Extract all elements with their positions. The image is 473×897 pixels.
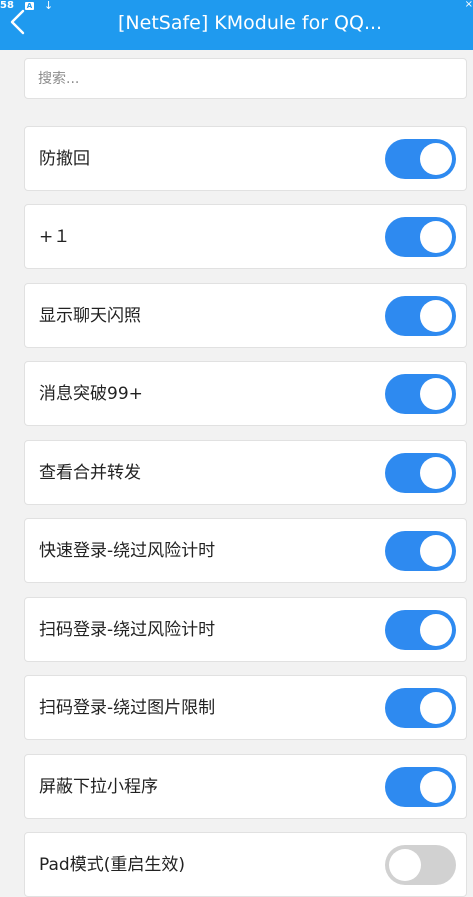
download-icon: ↓ <box>44 0 54 12</box>
setting-toggle[interactable] <box>385 531 456 571</box>
toggle-knob <box>420 378 452 410</box>
chevron-left-icon <box>10 9 25 35</box>
setting-label: 消息突破99+ <box>39 384 143 404</box>
setting-toggle[interactable] <box>385 453 456 493</box>
setting-toggle[interactable] <box>385 688 456 728</box>
back-button[interactable] <box>6 8 30 36</box>
setting-row: +１ <box>24 204 467 269</box>
setting-label: +１ <box>39 227 71 247</box>
toggle-knob <box>420 221 452 253</box>
setting-toggle[interactable] <box>385 217 456 257</box>
setting-label: 查看合并转发 <box>39 463 141 483</box>
toggle-knob <box>420 771 452 803</box>
setting-label: 扫码登录-绕过风险计时 <box>39 620 216 640</box>
setting-toggle[interactable] <box>385 374 456 414</box>
setting-label: 屏蔽下拉小程序 <box>39 777 158 797</box>
search-input[interactable] <box>38 59 458 98</box>
toggle-knob <box>420 614 452 646</box>
setting-row: 扫码登录-绕过图片限制 <box>24 675 467 740</box>
setting-row: 显示聊天闪照 <box>24 283 467 348</box>
setting-row: 查看合并转发 <box>24 440 467 505</box>
setting-toggle[interactable] <box>385 139 456 179</box>
setting-row: 防撤回 <box>24 126 467 191</box>
setting-label: 防撤回 <box>39 149 90 169</box>
setting-row: 快速登录-绕过风险计时 <box>24 518 467 583</box>
setting-toggle[interactable] <box>385 296 456 336</box>
app-header: 58 A ↓ × [NetSafe] KModule for QQ... <box>0 0 473 50</box>
toggle-knob <box>420 300 452 332</box>
toggle-knob <box>420 143 452 175</box>
status-close-icon[interactable]: × <box>465 0 473 10</box>
toggle-knob <box>420 535 452 567</box>
setting-toggle[interactable] <box>385 610 456 650</box>
setting-row: Pad模式(重启生效) <box>24 832 467 897</box>
toggle-knob <box>420 692 452 724</box>
setting-label: 显示聊天闪照 <box>39 306 141 326</box>
page-title: [NetSafe] KModule for QQ... <box>118 12 383 34</box>
setting-toggle[interactable] <box>385 767 456 807</box>
setting-row: 屏蔽下拉小程序 <box>24 754 467 819</box>
toggle-knob <box>389 849 421 881</box>
search-box[interactable] <box>24 58 467 99</box>
setting-row: 消息突破99+ <box>24 361 467 426</box>
setting-label: 快速登录-绕过风险计时 <box>39 541 216 561</box>
setting-label: Pad模式(重启生效) <box>39 855 185 875</box>
setting-toggle[interactable] <box>385 845 456 885</box>
setting-row: 扫码登录-绕过风险计时 <box>24 597 467 662</box>
setting-label: 扫码登录-绕过图片限制 <box>39 698 216 718</box>
toggle-knob <box>420 457 452 489</box>
